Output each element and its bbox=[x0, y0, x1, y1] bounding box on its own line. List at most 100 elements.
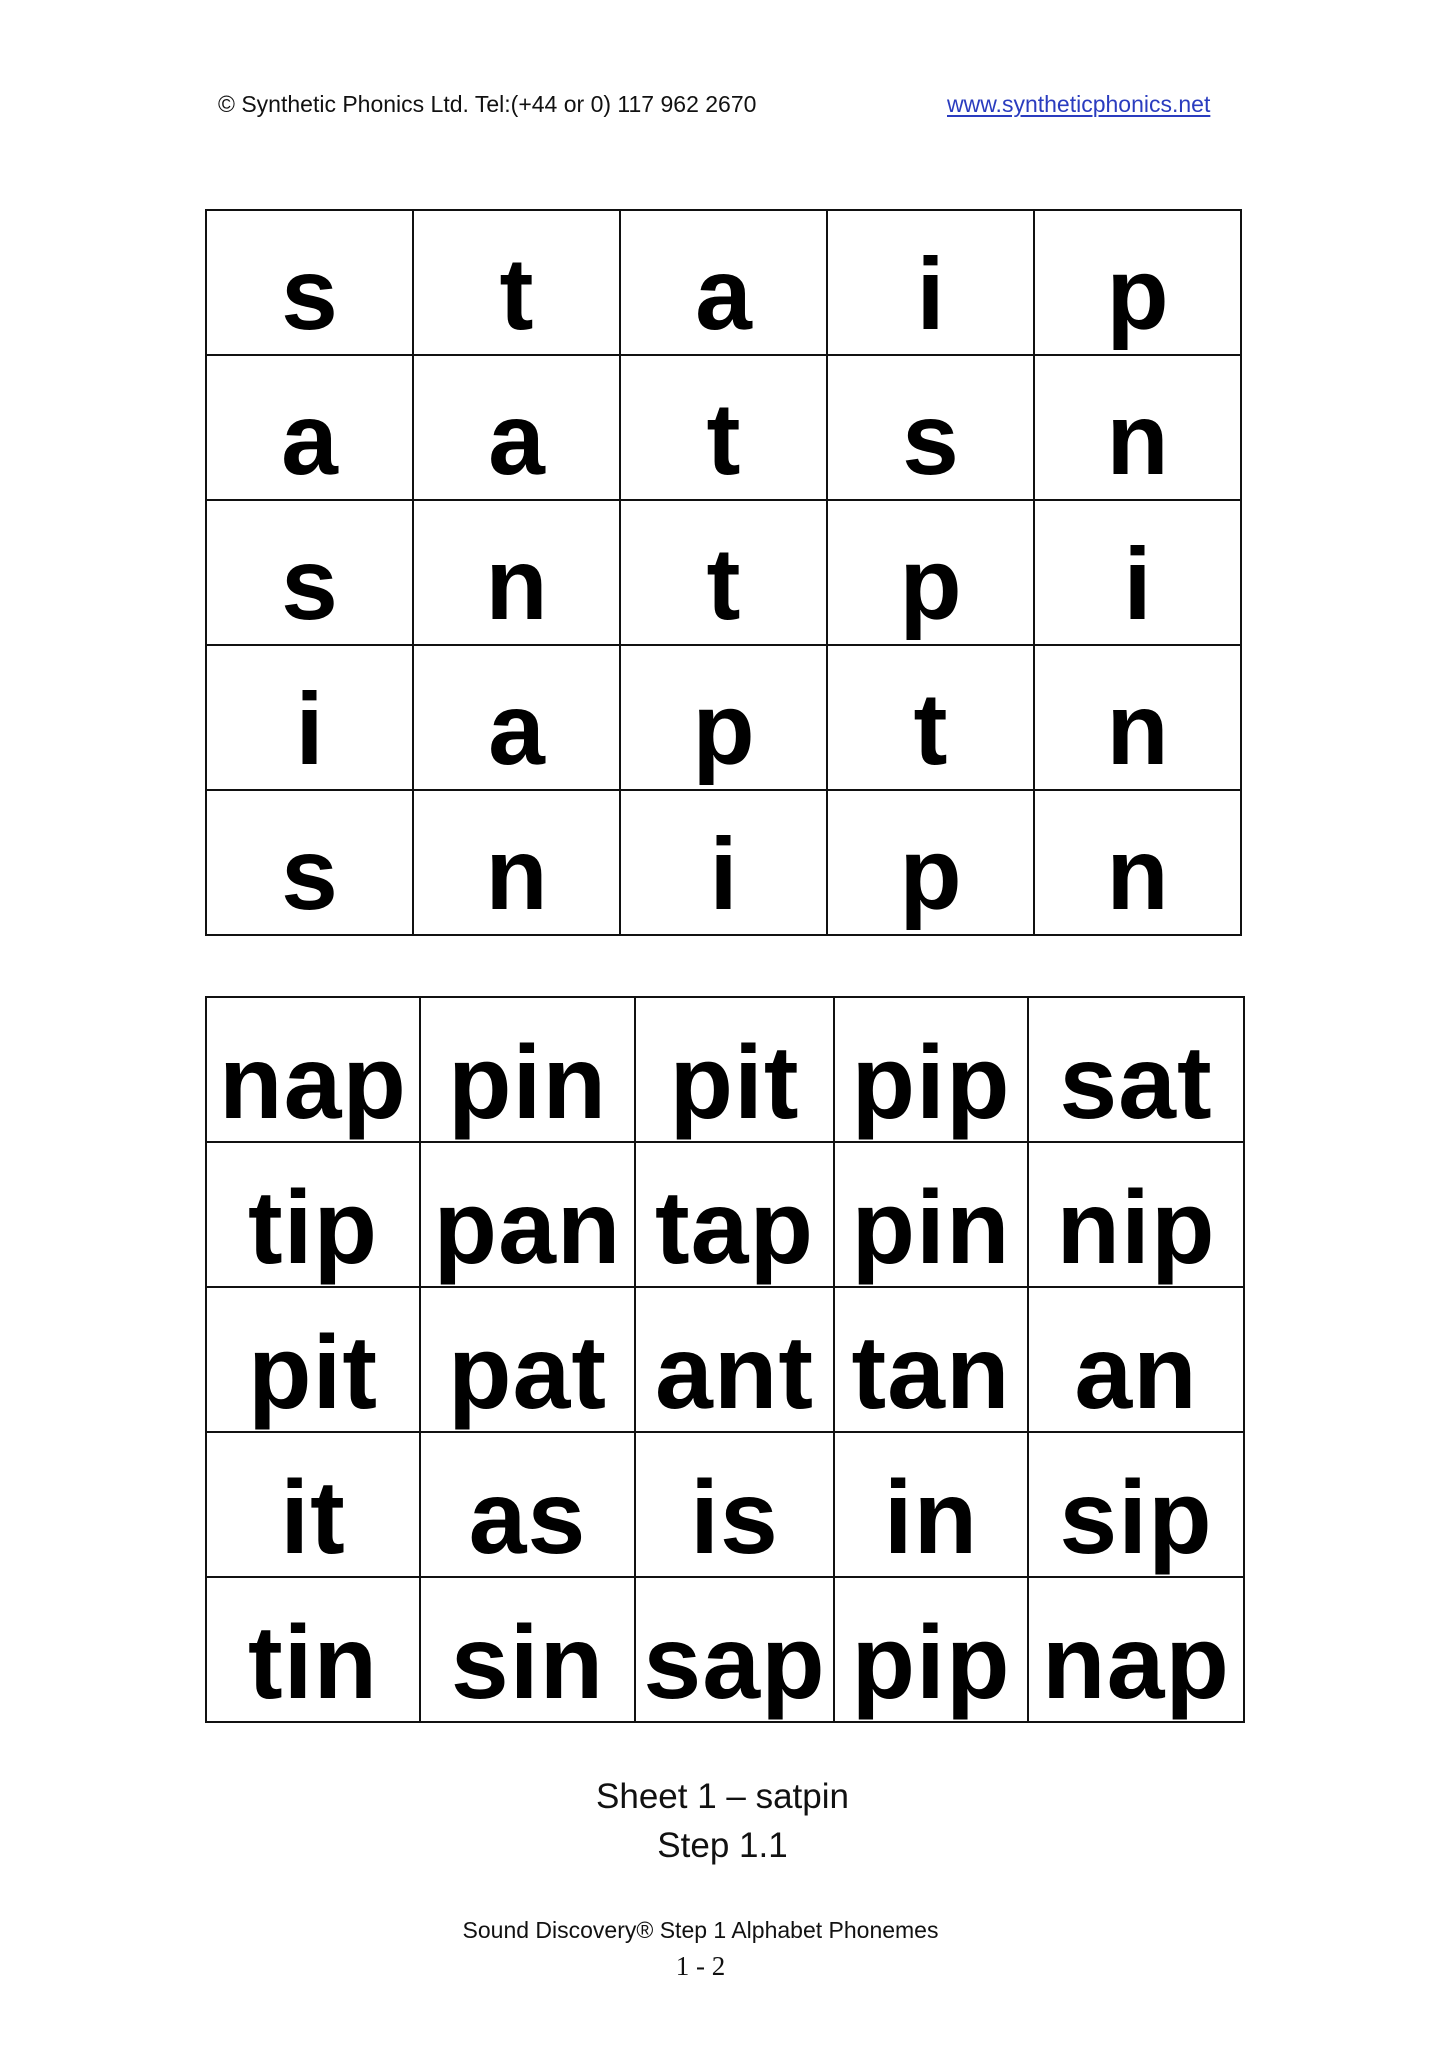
word: sip bbox=[1059, 1460, 1213, 1576]
word: pin bbox=[448, 1025, 607, 1141]
letter-cell: s bbox=[205, 209, 414, 356]
letter: i bbox=[1123, 527, 1152, 641]
word-cell: pip bbox=[833, 996, 1029, 1143]
letter: a bbox=[281, 382, 338, 496]
word: tip bbox=[247, 1170, 379, 1286]
word-cell: pit bbox=[205, 1286, 421, 1433]
letter: n bbox=[1106, 382, 1169, 496]
letter: n bbox=[485, 817, 548, 931]
letter: p bbox=[899, 817, 962, 931]
word-cell: pin bbox=[419, 996, 636, 1143]
word-cell: sip bbox=[1027, 1431, 1245, 1578]
letter: a bbox=[488, 382, 545, 496]
letter: t bbox=[499, 237, 534, 351]
letter: p bbox=[1106, 237, 1169, 351]
letter-cell: n bbox=[1033, 644, 1242, 791]
word: as bbox=[468, 1460, 587, 1576]
word-cell: nip bbox=[1027, 1141, 1245, 1288]
word-row: it as is in sip bbox=[205, 1431, 1245, 1578]
word-cell: tip bbox=[205, 1141, 421, 1288]
letter-cell: s bbox=[826, 354, 1035, 501]
letter: n bbox=[1106, 817, 1169, 931]
word-cell: sat bbox=[1027, 996, 1245, 1143]
word-cell: nap bbox=[1027, 1576, 1245, 1723]
letter-cell: s bbox=[205, 789, 414, 936]
letter-cell: t bbox=[412, 209, 621, 356]
letter: t bbox=[706, 382, 741, 496]
letter-cell: a bbox=[412, 644, 621, 791]
letter-row: i a p t n bbox=[205, 644, 1242, 791]
word-cell: pit bbox=[634, 996, 835, 1143]
letter-cell: p bbox=[826, 789, 1035, 936]
sheet-title: Sheet 1 – satpin bbox=[596, 1777, 849, 1816]
letter: i bbox=[916, 237, 945, 351]
word: pip bbox=[851, 1605, 1011, 1721]
word-cell: pin bbox=[833, 1141, 1029, 1288]
word-cell: pan bbox=[419, 1141, 636, 1288]
word-cell: pip bbox=[833, 1576, 1029, 1723]
letter-row: s n i p n bbox=[205, 789, 1242, 936]
word-cell: an bbox=[1027, 1286, 1245, 1433]
letter-row: s t a i p bbox=[205, 209, 1242, 356]
letter-cell: t bbox=[826, 644, 1035, 791]
word-cell: tap bbox=[634, 1141, 835, 1288]
letter-cell: i bbox=[826, 209, 1035, 356]
letter-cell: i bbox=[619, 789, 828, 936]
word-row: nap pin pit pip sat bbox=[205, 996, 1245, 1143]
word: pan bbox=[433, 1170, 622, 1286]
word: nap bbox=[219, 1025, 407, 1141]
word: pat bbox=[448, 1315, 607, 1431]
letter: t bbox=[913, 672, 948, 786]
word: an bbox=[1074, 1315, 1198, 1431]
word: pit bbox=[247, 1315, 379, 1431]
word: tan bbox=[851, 1315, 1011, 1431]
word: pip bbox=[851, 1025, 1011, 1141]
letter-cell: a bbox=[205, 354, 414, 501]
word-cell: as bbox=[419, 1431, 636, 1578]
word-cell: tan bbox=[833, 1286, 1029, 1433]
letter-cell: a bbox=[619, 209, 828, 356]
letter-cell: n bbox=[1033, 789, 1242, 936]
letter: s bbox=[281, 237, 338, 351]
footer-title: Sound Discovery® Step 1 Alphabet Phoneme… bbox=[462, 1917, 939, 1943]
letter-cell: n bbox=[1033, 354, 1242, 501]
word: in bbox=[883, 1460, 979, 1576]
word: nap bbox=[1042, 1605, 1230, 1721]
letter-row: a a t s n bbox=[205, 354, 1242, 501]
letter-row: s n t p i bbox=[205, 499, 1242, 646]
letter: s bbox=[902, 382, 959, 496]
word-cell: nap bbox=[205, 996, 421, 1143]
word: it bbox=[280, 1460, 346, 1576]
letter-cell: p bbox=[619, 644, 828, 791]
letter-cell: t bbox=[619, 354, 828, 501]
word-cell: sap bbox=[634, 1576, 835, 1723]
letter-grid: s t a i p a a t s n s n t p i i a p t n bbox=[205, 209, 1242, 936]
word-row: tip pan tap pin nip bbox=[205, 1141, 1245, 1288]
letter: i bbox=[295, 672, 324, 786]
letter: n bbox=[1106, 672, 1169, 786]
letter: s bbox=[281, 817, 338, 931]
website-link[interactable]: www.syntheticphonics.net bbox=[947, 93, 1210, 116]
letter-cell: p bbox=[826, 499, 1035, 646]
word-cell: pat bbox=[419, 1286, 636, 1433]
word-row: tin sin sap pip nap bbox=[205, 1576, 1245, 1723]
word-grid: nap pin pit pip sat tip pan tap pin nip … bbox=[205, 996, 1245, 1723]
letter-cell: p bbox=[1033, 209, 1242, 356]
word-row: pit pat ant tan an bbox=[205, 1286, 1245, 1433]
word: is bbox=[690, 1460, 779, 1576]
letter: s bbox=[281, 527, 338, 641]
word: pin bbox=[851, 1170, 1011, 1286]
letter: t bbox=[706, 527, 741, 641]
word: tin bbox=[247, 1605, 379, 1721]
word-cell: in bbox=[833, 1431, 1029, 1578]
word: sat bbox=[1059, 1025, 1213, 1141]
word: nip bbox=[1056, 1170, 1216, 1286]
letter-cell: t bbox=[619, 499, 828, 646]
page-number: 1 - 2 bbox=[675, 1951, 726, 1981]
copyright-contact-text: © Synthetic Phonics Ltd. Tel:(+44 or 0) … bbox=[218, 91, 757, 117]
word: sap bbox=[643, 1605, 826, 1721]
word: pit bbox=[669, 1025, 800, 1141]
letter: p bbox=[899, 527, 962, 641]
letter: a bbox=[488, 672, 545, 786]
word: sin bbox=[450, 1605, 605, 1721]
